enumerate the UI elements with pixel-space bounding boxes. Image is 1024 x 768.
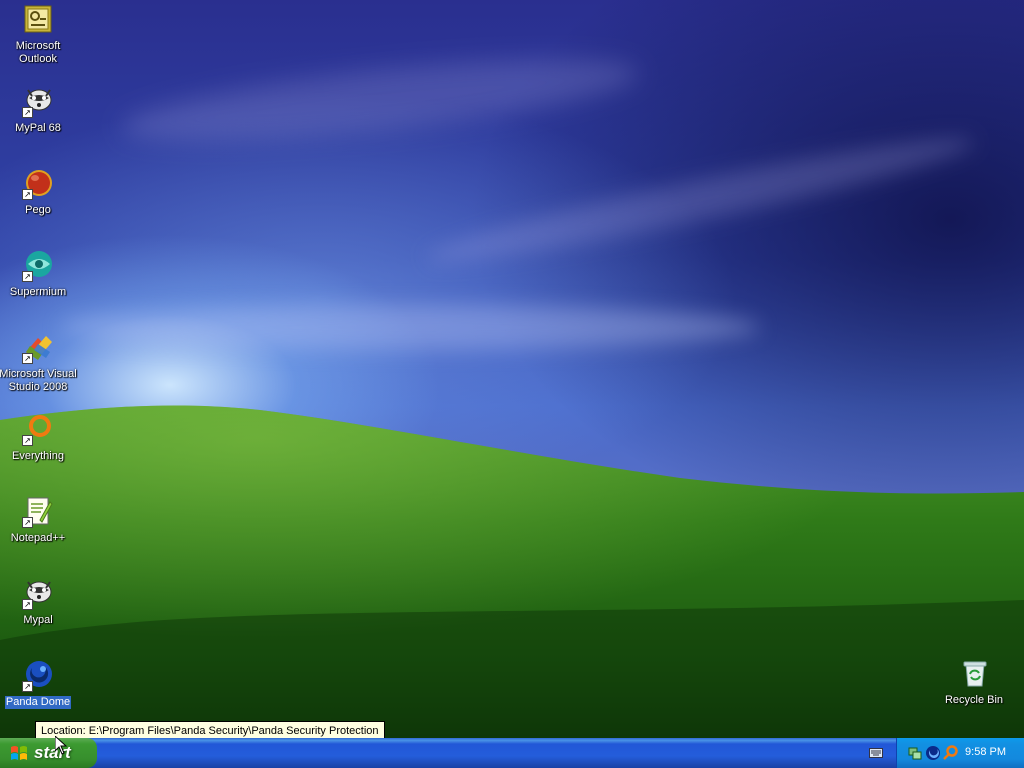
everything-icon: ↗ <box>22 414 54 446</box>
desktop-icon-label: MyPal 68 <box>15 122 61 134</box>
desktop-icon-label: Microsoft Outlook <box>15 40 61 65</box>
desktop-icon-outlook[interactable]: Microsoft Outlook <box>0 4 76 67</box>
shortcut-arrow-icon: ↗ <box>22 517 33 528</box>
system-tray: 9:58 PM <box>896 738 1024 768</box>
wallpaper-hills <box>0 405 1024 738</box>
shortcut-arrow-icon: ↗ <box>22 435 33 446</box>
desktop-icon-notepadpp[interactable]: ↗ Notepad++ <box>0 496 76 546</box>
shortcut-arrow-icon: ↗ <box>22 271 33 282</box>
search-icon[interactable] <box>943 745 959 761</box>
desktop-icon-everything[interactable]: ↗ Everything <box>0 414 76 464</box>
security-icon[interactable] <box>925 745 941 761</box>
desktop-icon-pego[interactable]: ↗ Pego <box>0 168 76 218</box>
desktop-icon-label: Pego <box>25 204 51 216</box>
supermium-icon: ↗ <box>22 250 54 282</box>
desktop-icon-label: Mypal <box>23 614 53 626</box>
panda-dome-icon: ↗ <box>22 660 54 692</box>
shortcut-arrow-icon: ↗ <box>22 681 33 692</box>
shortcut-arrow-icon: ↗ <box>22 353 33 364</box>
windows-logo-icon <box>10 744 28 762</box>
desktop-icon-label: Supermium <box>9 286 67 298</box>
shortcut-arrow-icon: ↗ <box>22 107 33 118</box>
desktop-icon-mypal[interactable]: ↗ Mypal <box>0 578 76 628</box>
notepadpp-icon: ↗ <box>22 496 54 528</box>
desktop-icon-supermium[interactable]: ↗ Supermium <box>0 250 76 300</box>
desktop-icon-recycle-bin[interactable]: Recycle Bin <box>936 658 1012 708</box>
mouse-cursor-icon <box>55 736 67 755</box>
icon-location-tooltip: Location: E:\Program Files\Panda Securit… <box>35 721 385 738</box>
start-button[interactable]: start <box>0 738 97 768</box>
desktop-icon-visual-studio[interactable]: ↗ Microsoft Visual Studio 2008 <box>0 332 78 395</box>
desktop-icon-mypal-68[interactable]: ↗ MyPal 68 <box>0 86 76 136</box>
taskbar: start 9:58 PM <box>0 738 1024 768</box>
keyboard-language-icon[interactable] <box>869 748 883 758</box>
desktop-icon-label: Everything <box>12 450 64 462</box>
desktop-icon-label: Recycle Bin <box>944 694 1004 706</box>
visual-studio-icon: ↗ <box>22 332 54 364</box>
desktop[interactable]: Microsoft Outlook ↗ MyPal 68 ↗ Pego ↗ Su… <box>0 0 1024 738</box>
shortcut-arrow-icon: ↗ <box>22 599 33 610</box>
recycle-bin-icon <box>958 658 990 690</box>
mypal-icon: ↗ <box>22 578 54 610</box>
clock[interactable]: 9:58 PM <box>965 746 1006 758</box>
desktop-icon-label: Notepad++ <box>10 532 66 544</box>
desktop-icon-label: Panda Dome <box>4 696 72 709</box>
network-icon[interactable] <box>907 745 923 761</box>
shortcut-arrow-icon: ↗ <box>22 189 33 200</box>
pego-icon: ↗ <box>22 168 54 200</box>
outlook-icon <box>22 4 54 36</box>
desktop-icon-label: Microsoft Visual Studio 2008 <box>0 368 77 393</box>
mypal-icon: ↗ <box>22 86 54 118</box>
desktop-icon-panda-dome[interactable]: ↗ Panda Dome <box>0 660 76 710</box>
